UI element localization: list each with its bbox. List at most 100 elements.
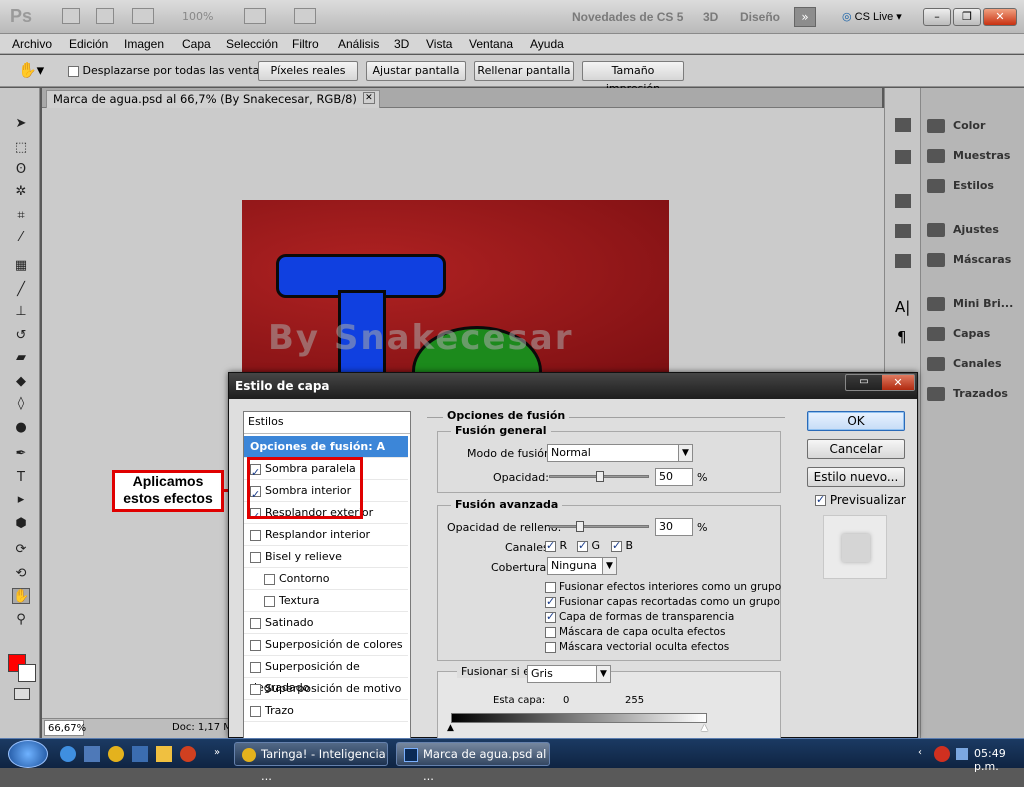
- dropdown-arrow-icon[interactable]: ▼: [596, 666, 610, 682]
- knockout-select[interactable]: Ninguna ▼: [547, 557, 617, 575]
- menu-capa[interactable]: Capa: [182, 37, 211, 51]
- mini-bridge-icon[interactable]: [96, 8, 114, 24]
- menu-edicion[interactable]: Edición: [69, 37, 108, 51]
- workspace-whats-new[interactable]: Novedades de CS 5: [572, 10, 683, 24]
- spot-healing-tool-icon[interactable]: ▦: [12, 258, 30, 274]
- print-size-button[interactable]: Tamaño impresión: [582, 61, 684, 95]
- blur-tool-icon[interactable]: ◊: [12, 396, 30, 412]
- character-panel-icon[interactable]: A|: [895, 298, 910, 316]
- menu-3d[interactable]: 3D: [394, 37, 409, 51]
- style-item[interactable]: Superposición de degradado: [244, 656, 408, 694]
- channel-r-checkbox[interactable]: [545, 539, 556, 552]
- actions-panel-icon[interactable]: [895, 150, 911, 164]
- paragraph-panel-icon[interactable]: ¶: [897, 328, 907, 346]
- new-style-button[interactable]: Estilo nuevo...: [807, 467, 905, 487]
- blend-mode-select[interactable]: Normal ▼: [547, 444, 693, 462]
- quick-launch-expand-icon[interactable]: »: [214, 747, 220, 758]
- dropdown-arrow-icon[interactable]: ▼: [678, 445, 692, 461]
- black-slider-icon[interactable]: ▲: [447, 723, 454, 733]
- opacity-slider-thumb[interactable]: [596, 471, 604, 482]
- menu-filtro[interactable]: Filtro: [292, 37, 319, 51]
- style-checkbox[interactable]: [250, 705, 261, 717]
- arrange-documents-icon[interactable]: [244, 8, 266, 24]
- clock[interactable]: 05:49 p.m.: [974, 747, 1024, 773]
- quick-mask-icon[interactable]: [14, 688, 30, 700]
- move-tool-icon[interactable]: ➤: [12, 116, 30, 132]
- panel-masks[interactable]: Máscaras: [927, 246, 1021, 274]
- launch-bridge-icon[interactable]: [62, 8, 80, 24]
- history-panel-icon[interactable]: [895, 118, 911, 132]
- pen-tool-icon[interactable]: ✒: [12, 446, 30, 462]
- close-button[interactable]: ✕: [983, 8, 1017, 26]
- cs-live-menu[interactable]: ◎ CS Live ▾: [842, 10, 902, 23]
- restore-button[interactable]: ❐: [953, 8, 981, 26]
- style-item[interactable]: Satinado: [244, 612, 408, 634]
- style-item[interactable]: Resplandor interior: [244, 524, 408, 546]
- advanced-option-checkbox[interactable]: [545, 626, 556, 638]
- style-item[interactable]: Bisel y relieve: [244, 546, 408, 568]
- document-tab[interactable]: Marca de agua.psd al 66,7% (By Snakecesa…: [46, 90, 380, 108]
- fit-screen-button[interactable]: Ajustar pantalla: [366, 61, 466, 81]
- media-player-icon[interactable]: [180, 746, 196, 762]
- minimize-button[interactable]: –: [923, 8, 951, 26]
- channel-g[interactable]: G: [577, 539, 600, 552]
- start-button-icon[interactable]: [8, 740, 48, 768]
- style-checkbox[interactable]: [250, 661, 261, 673]
- history-brush-tool-icon[interactable]: ↺: [12, 328, 30, 344]
- tray-app-icon[interactable]: [934, 746, 950, 762]
- menu-seleccion[interactable]: Selección: [226, 37, 278, 51]
- eraser-tool-icon[interactable]: ▰: [12, 350, 30, 366]
- advanced-option[interactable]: Fusionar efectos interiores como un grup…: [545, 581, 781, 593]
- zoom-level[interactable]: 100%: [182, 10, 213, 23]
- 3d-rotate-tool-icon[interactable]: ⟳: [12, 542, 30, 558]
- advanced-option-checkbox[interactable]: [545, 581, 556, 593]
- chrome-icon[interactable]: [108, 746, 124, 762]
- path-selection-tool-icon[interactable]: ▸: [12, 492, 30, 508]
- type-tool-icon[interactable]: T: [12, 470, 30, 486]
- taskbar-item-photoshop[interactable]: Marca de agua.psd al ...: [396, 742, 550, 783]
- advanced-option[interactable]: Máscara vectorial oculta efectos: [545, 641, 729, 653]
- opacity-slider[interactable]: [549, 471, 649, 482]
- marquee-tool-icon[interactable]: ⬚: [12, 140, 30, 156]
- style-item[interactable]: Trazo: [244, 700, 408, 722]
- this-layer-gradient[interactable]: [451, 713, 707, 723]
- style-item[interactable]: Textura: [244, 590, 408, 612]
- shape-tool-icon[interactable]: ⬢: [12, 516, 30, 532]
- ok-button[interactable]: OK: [807, 411, 905, 431]
- style-checkbox[interactable]: [250, 551, 261, 563]
- brush-tool-icon[interactable]: ╱: [12, 282, 30, 298]
- actual-pixels-button[interactable]: Píxeles reales: [258, 61, 358, 81]
- document-image[interactable]: By Snakecesar: [242, 200, 669, 376]
- more-workspaces-icon[interactable]: »: [794, 7, 816, 27]
- menu-vista[interactable]: Vista: [426, 37, 452, 51]
- scroll-all-checkbox[interactable]: [68, 65, 79, 77]
- messenger-icon[interactable]: [132, 746, 148, 762]
- advanced-option[interactable]: Capa de formas de transparencia: [545, 610, 734, 623]
- quick-selection-tool-icon[interactable]: ✲: [12, 184, 30, 200]
- style-checkbox[interactable]: [250, 529, 261, 541]
- dodge-tool-icon[interactable]: ●: [12, 420, 30, 436]
- white-slider-icon[interactable]: ▲: [701, 723, 708, 733]
- zoom-field[interactable]: 66,67%: [44, 720, 86, 736]
- fill-opacity-slider[interactable]: [549, 521, 649, 532]
- channel-b[interactable]: B: [611, 539, 633, 552]
- advanced-option-checkbox[interactable]: [545, 641, 556, 653]
- style-item[interactable]: Opciones de fusión: A medida: [244, 436, 408, 474]
- channel-r[interactable]: R: [545, 539, 567, 552]
- advanced-option[interactable]: Máscara de capa oculta efectos: [545, 626, 725, 638]
- preview-option[interactable]: Previsualizar: [815, 493, 906, 507]
- style-checkbox[interactable]: [250, 683, 261, 695]
- background-color-swatch[interactable]: [18, 664, 36, 682]
- advanced-option[interactable]: Fusionar capas recortadas como un grupo: [545, 595, 780, 608]
- internet-explorer-icon[interactable]: [60, 746, 76, 762]
- style-item[interactable]: Contorno: [244, 568, 408, 590]
- fill-opacity-slider-thumb[interactable]: [576, 521, 584, 532]
- extras-icon[interactable]: [132, 8, 154, 24]
- panel-mini-bridge[interactable]: Mini Bri...: [927, 290, 1021, 318]
- blend-if-select[interactable]: Gris ▼: [527, 665, 611, 683]
- style-checkbox[interactable]: [250, 639, 261, 651]
- brush-presets-icon[interactable]: [895, 194, 911, 208]
- style-checkbox[interactable]: [264, 595, 275, 607]
- panel-channels[interactable]: Canales: [927, 350, 1021, 378]
- network-icon[interactable]: [956, 748, 968, 760]
